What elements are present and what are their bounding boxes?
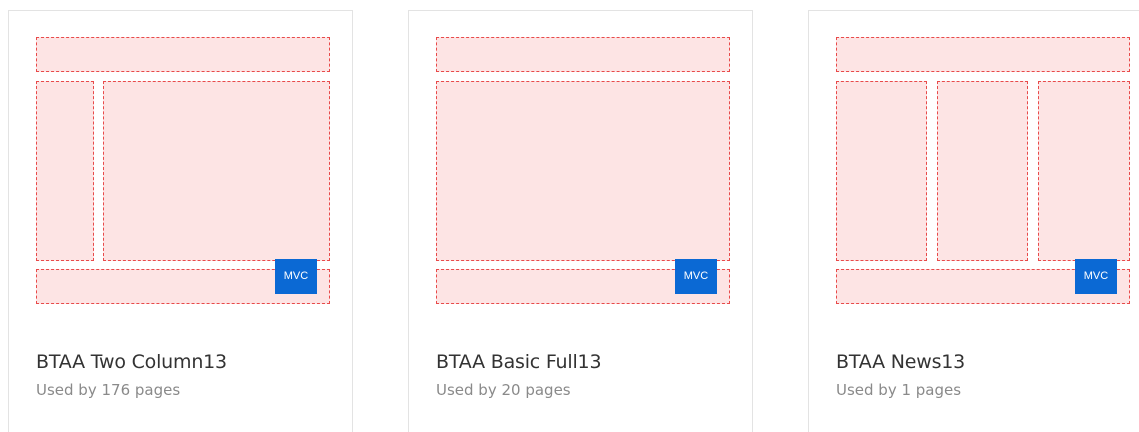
template-thumbnail[interactable]: MVC xyxy=(36,37,330,305)
left-column-placeholder xyxy=(36,81,94,261)
template-title[interactable]: BTAA Two Column13 xyxy=(36,351,227,373)
header-placeholder xyxy=(436,37,730,72)
template-usage-count: Used by 20 pages xyxy=(436,381,571,399)
column-1-placeholder xyxy=(836,81,927,261)
template-usage-count: Used by 176 pages xyxy=(36,381,181,399)
template-thumbnail[interactable]: MVC xyxy=(836,37,1130,305)
template-title[interactable]: BTAA Basic Full13 xyxy=(436,351,602,373)
template-usage-count: Used by 1 pages xyxy=(836,381,962,399)
template-card-two-column[interactable]: MVC BTAA Two Column13 Used by 176 pages xyxy=(8,10,353,432)
template-thumbnail[interactable]: MVC xyxy=(436,37,730,305)
mvc-badge: MVC xyxy=(275,259,317,294)
header-placeholder xyxy=(36,37,330,72)
column-3-placeholder xyxy=(1038,81,1130,261)
header-placeholder xyxy=(836,37,1130,72)
column-2-placeholder xyxy=(937,81,1028,261)
template-card-news[interactable]: MVC BTAA News13 Used by 1 pages xyxy=(808,10,1139,432)
mvc-badge: MVC xyxy=(1075,259,1117,294)
template-title[interactable]: BTAA News13 xyxy=(836,351,965,373)
main-content-placeholder xyxy=(436,81,730,261)
template-grid: MVC BTAA Two Column13 Used by 176 pages … xyxy=(0,0,1139,432)
template-card-basic-full[interactable]: MVC BTAA Basic Full13 Used by 20 pages xyxy=(408,10,753,432)
mvc-badge: MVC xyxy=(675,259,717,294)
right-column-placeholder xyxy=(103,81,330,261)
